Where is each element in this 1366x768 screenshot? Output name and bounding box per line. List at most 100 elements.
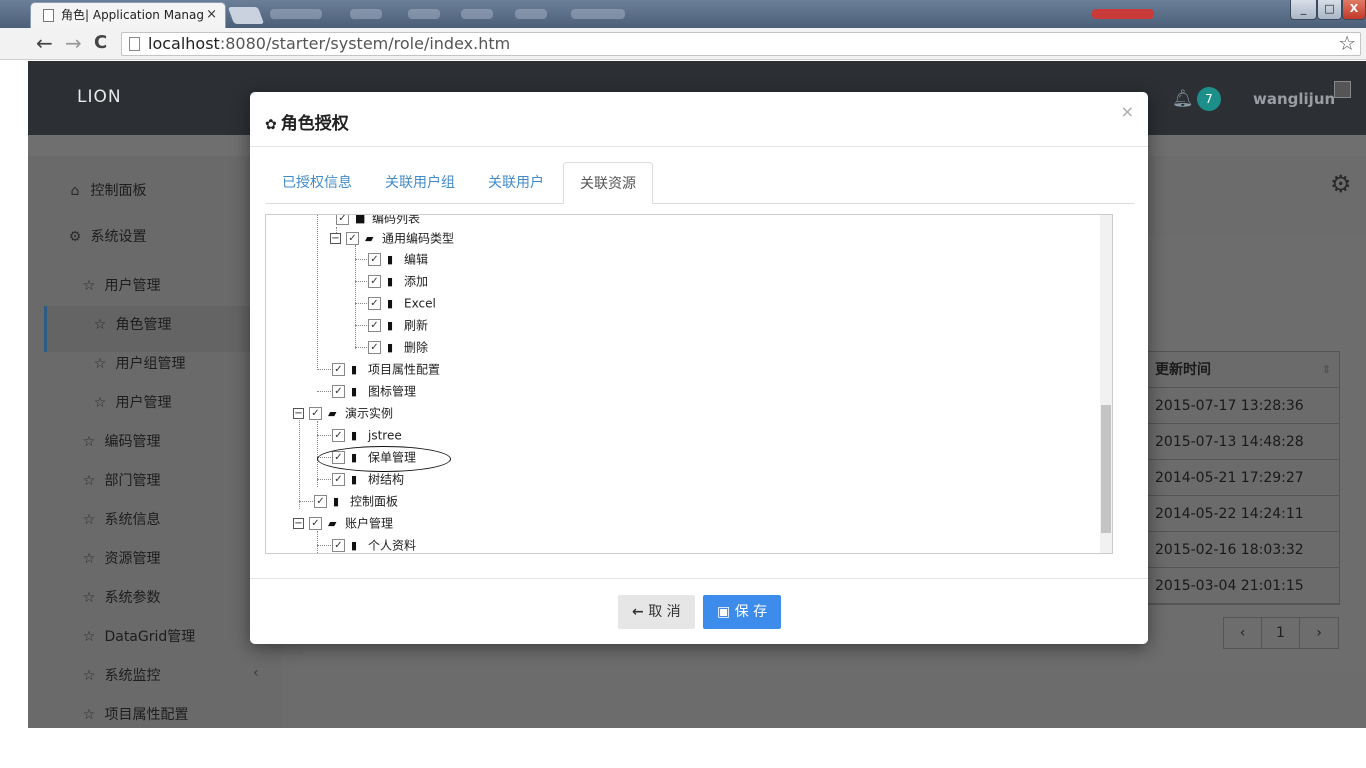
save-label: 保 存 xyxy=(734,604,768,620)
blurred-bookmark xyxy=(461,9,493,19)
tree-connector xyxy=(355,259,367,260)
browser-tab[interactable]: 角色| Application Manag × xyxy=(30,2,226,28)
file-icon: ▮ xyxy=(351,538,358,552)
sidebar-active-indicator xyxy=(44,306,47,352)
brand-logo[interactable]: LION xyxy=(77,87,122,107)
tree-collapse-toggle[interactable]: − xyxy=(330,233,341,244)
tree-node-label: 项目属性配置 xyxy=(368,362,441,377)
tree-checkbox[interactable]: ✓ xyxy=(368,341,381,354)
tree-node[interactable]: ✓ ▮ jstree xyxy=(332,426,402,444)
sidebar-item-label: 部门管理 xyxy=(104,473,161,489)
tree-checkbox[interactable]: ✓ xyxy=(309,407,322,420)
tree-checkbox[interactable]: ✓ xyxy=(309,517,322,530)
tree-node[interactable]: ✓ ▮ 项目属性配置 xyxy=(332,360,440,378)
tree-connector xyxy=(355,245,356,349)
reload-icon[interactable]: C xyxy=(94,32,107,53)
tree-node-label: 添加 xyxy=(404,274,429,289)
tree-node-label: 控制面板 xyxy=(350,494,399,509)
tree-node-label: 树结构 xyxy=(368,472,405,487)
tree-checkbox[interactable]: ✓ xyxy=(332,363,345,376)
tree-node[interactable]: ✓ ▮ 个人资料 xyxy=(332,536,416,553)
floppy-disk-icon: ▣ xyxy=(717,604,731,620)
folder-open-icon: ▰ xyxy=(328,516,337,530)
back-arrow-icon: ← xyxy=(632,604,644,620)
bookmark-star-icon[interactable]: ☆ xyxy=(1338,32,1356,54)
tree-node-label: 图标管理 xyxy=(368,384,417,399)
star-icon: ☆ xyxy=(82,473,96,489)
sort-icon: ⇕ xyxy=(1321,363,1331,376)
tree-node[interactable]: ✓ ▮ 树结构 xyxy=(332,470,404,488)
forward-arrow-icon[interactable]: → xyxy=(65,31,82,55)
window-close-button[interactable]: X xyxy=(1342,0,1366,20)
user-menu[interactable]: wanglijun xyxy=(1253,90,1335,108)
tree-node[interactable]: ✓ ▮ 图标管理 xyxy=(332,382,416,400)
modal-tabs: 已授权信息 关联用户组 关联用户 关联资源 xyxy=(266,162,1134,204)
file-icon: ▮ xyxy=(351,384,358,398)
tree-collapse-toggle[interactable]: − xyxy=(293,518,304,529)
save-button[interactable]: ▣ 保 存 xyxy=(703,595,782,629)
tree-connector xyxy=(317,531,318,553)
chevron-left-icon[interactable]: ‹ xyxy=(253,665,259,681)
tab-linked-usergroups[interactable]: 关联用户组 xyxy=(369,162,471,204)
tab-linked-users[interactable]: 关联用户 xyxy=(472,162,560,204)
url-input[interactable]: localhost:8080/starter/system/role/index… xyxy=(121,32,1361,56)
scrollbar-thumb[interactable] xyxy=(1101,405,1111,533)
tree-checkbox[interactable]: ✓ xyxy=(368,319,381,332)
bell-icon[interactable]: 🔔︎ xyxy=(1172,89,1194,109)
tree-checkbox[interactable]: ✓ xyxy=(332,473,345,486)
file-icon: ▮ xyxy=(387,340,394,354)
star-icon: ☆ xyxy=(82,707,96,723)
tree-connector xyxy=(317,421,318,487)
tree-checkbox[interactable]: ✓ xyxy=(368,275,381,288)
tree-connector xyxy=(317,435,331,436)
tree-node[interactable]: ✓ ▮ 删除 xyxy=(368,338,428,356)
file-icon: ▮ xyxy=(333,494,340,508)
pager-next-button[interactable]: › xyxy=(1300,618,1338,648)
tab-close-icon[interactable]: × xyxy=(206,3,217,27)
tree-node[interactable]: − ✓ ▰ 通用编码类型 xyxy=(330,229,454,247)
tree-node[interactable]: ✓ ▮ 编辑 xyxy=(368,250,428,268)
settings-gear-icon[interactable]: ⚙ xyxy=(1330,170,1352,198)
tree-node[interactable]: ✓ ■ 编码列表 xyxy=(336,215,420,227)
close-icon[interactable]: × xyxy=(1121,102,1134,121)
star-icon: ☆ xyxy=(82,590,96,606)
pager-prev-button[interactable]: ‹ xyxy=(1224,618,1262,648)
window-minimize-button[interactable]: _ xyxy=(1290,0,1317,20)
tree-node[interactable]: ✓ ▮ Excel xyxy=(368,294,436,312)
tree-checkbox[interactable]: ✓ xyxy=(332,429,345,442)
tree-node[interactable]: − ✓ ▰ 演示实例 xyxy=(293,404,393,422)
column-header-updated[interactable]: 更新时间 ⇕ xyxy=(1147,352,1339,388)
pager-page-1[interactable]: 1 xyxy=(1262,618,1300,648)
blurred-bookmark xyxy=(515,9,547,19)
tree-connector xyxy=(299,501,313,502)
tree-node[interactable]: ✓ ▮ 添加 xyxy=(368,272,428,290)
tree-checkbox[interactable]: ✓ xyxy=(368,297,381,310)
tab-authorized-info[interactable]: 已授权信息 xyxy=(266,162,368,204)
tree-collapse-toggle[interactable]: − xyxy=(293,408,304,419)
tree-checkbox[interactable]: ✓ xyxy=(368,253,381,266)
tree-node[interactable]: ✓ ▮ 控制面板 xyxy=(314,492,398,510)
tab-linked-resources[interactable]: 关联资源 xyxy=(563,162,653,204)
back-arrow-icon[interactable]: ← xyxy=(36,31,53,55)
avatar[interactable] xyxy=(1334,81,1351,98)
tree-checkbox[interactable]: ✓ xyxy=(332,385,345,398)
notification-badge[interactable]: 7 xyxy=(1197,87,1221,111)
file-icon: ▮ xyxy=(351,362,358,376)
window-maximize-button[interactable]: □ xyxy=(1317,0,1342,20)
new-tab-button[interactable] xyxy=(227,7,265,24)
star-icon: ☆ xyxy=(82,551,96,567)
blurred-bookmark xyxy=(350,9,382,19)
tree-checkbox[interactable]: ✓ xyxy=(332,539,345,552)
tree-checkbox[interactable]: ✓ xyxy=(314,495,327,508)
cancel-button[interactable]: ← 取 消 xyxy=(618,595,695,629)
tree-connector xyxy=(317,215,318,370)
tree-node[interactable]: ✓ ▮ 刷新 xyxy=(368,316,428,334)
browser-titlebar: 角色| Application Manag × _ □ X xyxy=(0,0,1366,28)
tree-checkbox[interactable]: ✓ xyxy=(346,232,359,245)
tree-checkbox[interactable]: ✓ xyxy=(336,215,349,225)
file-icon: ▮ xyxy=(387,296,394,310)
tree-node[interactable]: − ✓ ▰ 账户管理 xyxy=(293,514,393,532)
blurred-bookmark xyxy=(270,9,322,19)
tree-node-label: 编辑 xyxy=(404,252,429,267)
cancel-label: 取 消 xyxy=(648,604,681,620)
